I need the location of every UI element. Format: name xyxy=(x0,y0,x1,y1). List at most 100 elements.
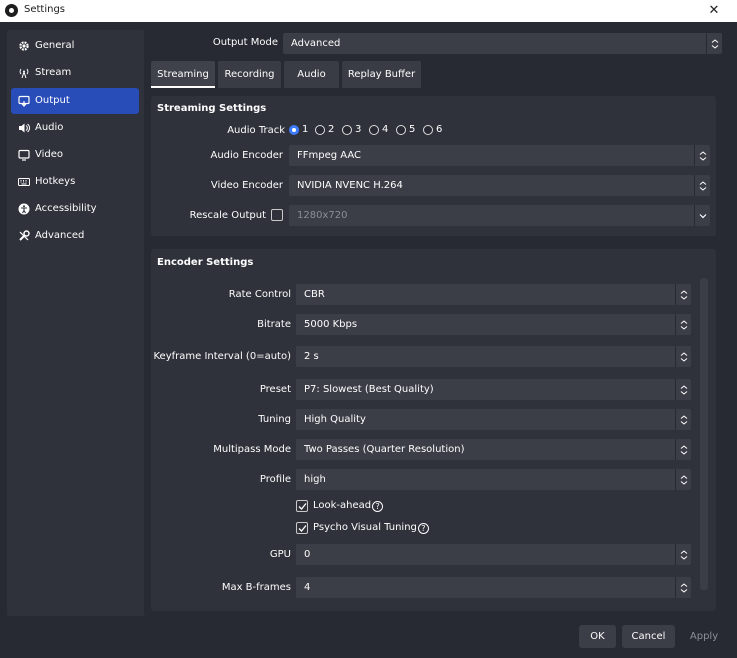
rescale-output-checkbox[interactable] xyxy=(271,209,283,221)
tuning-value: High Quality xyxy=(304,414,366,425)
psycho-visual-tuning-label-wrap: Psycho Visual Tuning? xyxy=(313,522,429,534)
streaming-settings-title: Streaming Settings xyxy=(157,103,267,114)
settings-sidebar: General Stream Output Audio Video Hotkey… xyxy=(7,30,144,616)
audio-track-radio-1[interactable] xyxy=(289,125,299,135)
updown-arrows-icon xyxy=(675,409,691,430)
bitrate-label: Bitrate xyxy=(257,319,291,330)
bitrate-value: 5000 Kbps xyxy=(304,319,358,330)
close-icon[interactable]: ✕ xyxy=(691,0,737,22)
preset-label: Preset xyxy=(259,384,291,395)
gpu-value: 0 xyxy=(304,549,311,560)
tab-recording[interactable]: Recording xyxy=(218,61,281,88)
sidebar-item-audio[interactable]: Audio xyxy=(11,115,139,141)
output-mode-select[interactable]: Advanced xyxy=(283,33,722,54)
tuning-label: Tuning xyxy=(258,414,291,425)
gpu-label: GPU xyxy=(269,549,291,560)
accessibility-icon xyxy=(18,203,30,215)
audio-encoder-value: FFmpeg AAC xyxy=(297,150,362,161)
sidebar-item-video[interactable]: Video xyxy=(11,142,139,168)
rescale-resolution-value: 1280x720 xyxy=(297,210,348,221)
updown-arrows-icon xyxy=(675,379,691,400)
spin-arrows-icon[interactable] xyxy=(675,314,691,335)
encoder-settings-title: Encoder Settings xyxy=(157,257,254,268)
gpu-spinbox[interactable]: 0 xyxy=(296,544,691,565)
updown-arrows-icon xyxy=(694,145,710,166)
audio-track-radio-3[interactable] xyxy=(342,125,352,135)
checkmark-icon xyxy=(298,525,307,532)
updown-arrows-icon xyxy=(675,469,691,490)
keyframe-interval-label: Keyframe Interval (0=auto) xyxy=(153,351,292,362)
audio-track-option-label: 3 xyxy=(355,124,362,135)
updown-arrows-icon xyxy=(675,284,691,305)
lookahead-checkbox[interactable] xyxy=(296,500,308,512)
cancel-button[interactable]: Cancel xyxy=(622,625,675,648)
multipass-mode-value: Two Passes (Quarter Resolution) xyxy=(304,444,465,455)
output-icon xyxy=(18,95,30,107)
profile-label: Profile xyxy=(259,474,291,485)
max-bframes-spinbox[interactable]: 4 xyxy=(296,577,691,598)
psycho-visual-tuning-label: Psycho Visual Tuning xyxy=(313,522,417,533)
multipass-mode-select[interactable]: Two Passes (Quarter Resolution) xyxy=(296,439,691,460)
chevron-down-icon xyxy=(694,205,710,226)
rate-control-value: CBR xyxy=(304,289,325,300)
apply-button[interactable]: Apply xyxy=(681,625,727,648)
spin-arrows-icon[interactable] xyxy=(675,544,691,565)
sidebar-item-label: Audio xyxy=(35,122,64,133)
updown-arrows-icon xyxy=(675,439,691,460)
sidebar-item-label: Hotkeys xyxy=(35,176,76,187)
sidebar-item-label: Accessibility xyxy=(35,203,97,214)
max-bframes-value: 4 xyxy=(304,582,311,593)
sidebar-item-accessibility[interactable]: Accessibility xyxy=(11,196,139,222)
sidebar-item-general[interactable]: General xyxy=(11,33,139,59)
sidebar-item-label: Advanced xyxy=(35,230,85,241)
profile-value: high xyxy=(304,474,326,485)
sidebar-item-advanced[interactable]: Advanced xyxy=(11,223,139,249)
obs-logo-icon xyxy=(5,4,18,17)
monitor-icon xyxy=(18,149,30,161)
window-title: Settings xyxy=(24,4,66,15)
audio-track-radio-4[interactable] xyxy=(369,125,379,135)
tab-replay-buffer[interactable]: Replay Buffer xyxy=(342,61,421,88)
rescale-output-label: Rescale Output xyxy=(189,210,266,221)
audio-track-radio-2[interactable] xyxy=(315,125,325,135)
preset-select[interactable]: P7: Slowest (Best Quality) xyxy=(296,379,691,400)
preset-value: P7: Slowest (Best Quality) xyxy=(304,384,434,395)
bitrate-spinbox[interactable]: 5000 Kbps xyxy=(296,314,691,335)
audio-track-radio-5[interactable] xyxy=(396,125,406,135)
profile-select[interactable]: high xyxy=(296,469,691,490)
sidebar-item-hotkeys[interactable]: Hotkeys xyxy=(11,169,139,195)
help-icon[interactable]: ? xyxy=(417,523,429,534)
updown-arrows-icon xyxy=(694,175,710,196)
sidebar-item-label: Output xyxy=(35,95,70,106)
tuning-select[interactable]: High Quality xyxy=(296,409,691,430)
sidebar-item-stream[interactable]: Stream xyxy=(11,60,139,86)
keyframe-interval-value: 2 s xyxy=(304,351,319,362)
rescale-resolution-select[interactable]: 1280x720 xyxy=(289,205,710,226)
sidebar-item-output[interactable]: Output xyxy=(11,88,139,114)
audio-encoder-select[interactable]: FFmpeg AAC xyxy=(289,145,710,166)
audio-encoder-label: Audio Encoder xyxy=(210,150,284,161)
rate-control-label: Rate Control xyxy=(228,289,291,300)
rate-control-select[interactable]: CBR xyxy=(296,284,691,305)
spin-arrows-icon[interactable] xyxy=(675,577,691,598)
psycho-visual-tuning-checkbox[interactable] xyxy=(296,522,308,534)
wrench-icon xyxy=(18,230,30,242)
lookahead-label-wrap: Look-ahead? xyxy=(313,500,384,512)
ok-button[interactable]: OK xyxy=(579,625,616,648)
checkmark-icon xyxy=(298,503,307,510)
audio-track-option-label: 5 xyxy=(409,124,416,135)
max-bframes-label: Max B-frames xyxy=(221,582,291,593)
encoder-settings-scrollbar[interactable] xyxy=(700,278,708,590)
output-mode-value: Advanced xyxy=(291,38,341,49)
sidebar-item-label: Stream xyxy=(35,67,72,78)
help-icon[interactable]: ? xyxy=(372,501,384,512)
tab-streaming[interactable]: Streaming xyxy=(151,61,215,88)
lookahead-label: Look-ahead xyxy=(313,500,372,511)
video-encoder-select[interactable]: NVIDIA NVENC H.264 xyxy=(289,175,710,196)
spin-arrows-icon[interactable] xyxy=(675,346,691,367)
audio-track-option-label: 2 xyxy=(328,124,335,135)
output-mode-label: Output Mode xyxy=(212,37,278,48)
audio-track-radio-6[interactable] xyxy=(423,125,433,135)
tab-audio[interactable]: Audio xyxy=(284,61,339,88)
keyframe-interval-spinbox[interactable]: 2 s xyxy=(296,346,691,367)
